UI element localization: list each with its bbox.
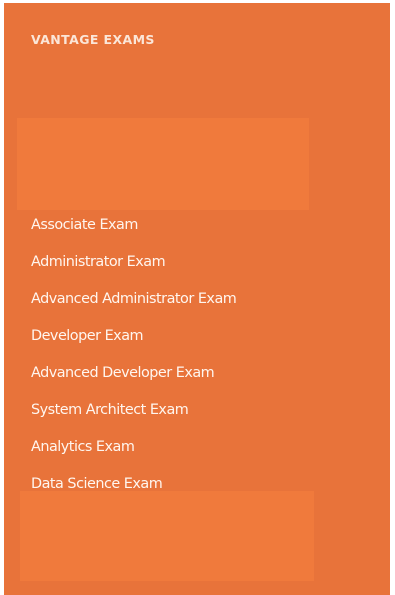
- menu-item: Associate Exam: [31, 214, 236, 251]
- exam-menu: Associate Exam Administrator Exam Advanc…: [31, 214, 237, 510]
- developer-exam-link[interactable]: Developer Exam: [31, 328, 144, 344]
- advanced-developer-exam-link[interactable]: Advanced Developer Exam: [31, 365, 215, 381]
- analytics-exam-link[interactable]: Analytics Exam: [31, 439, 135, 455]
- associate-exam-link[interactable]: Associate Exam: [31, 217, 138, 233]
- data-science-exam-link[interactable]: Data Science Exam: [31, 476, 163, 492]
- sidebar-title: VANTAGE EXAMS: [31, 32, 155, 47]
- system-architect-exam-link[interactable]: System Architect Exam: [31, 402, 189, 418]
- menu-item: System Architect Exam: [31, 399, 236, 436]
- top-placeholder-block: [17, 118, 309, 210]
- administrator-exam-link[interactable]: Administrator Exam: [31, 254, 166, 270]
- vantage-exams-sidebar: VANTAGE EXAMS Associate Exam Administrat…: [4, 3, 390, 595]
- menu-item: Advanced Administrator Exam: [31, 288, 237, 325]
- menu-item: Developer Exam: [31, 325, 236, 362]
- bottom-placeholder-block: [20, 491, 314, 581]
- menu-item: Advanced Developer Exam: [31, 362, 236, 399]
- page: VANTAGE EXAMS Associate Exam Administrat…: [0, 0, 395, 595]
- advanced-administrator-exam-link[interactable]: Advanced Administrator Exam: [31, 291, 237, 307]
- menu-item: Analytics Exam: [31, 436, 236, 473]
- menu-item: Administrator Exam: [31, 251, 236, 288]
